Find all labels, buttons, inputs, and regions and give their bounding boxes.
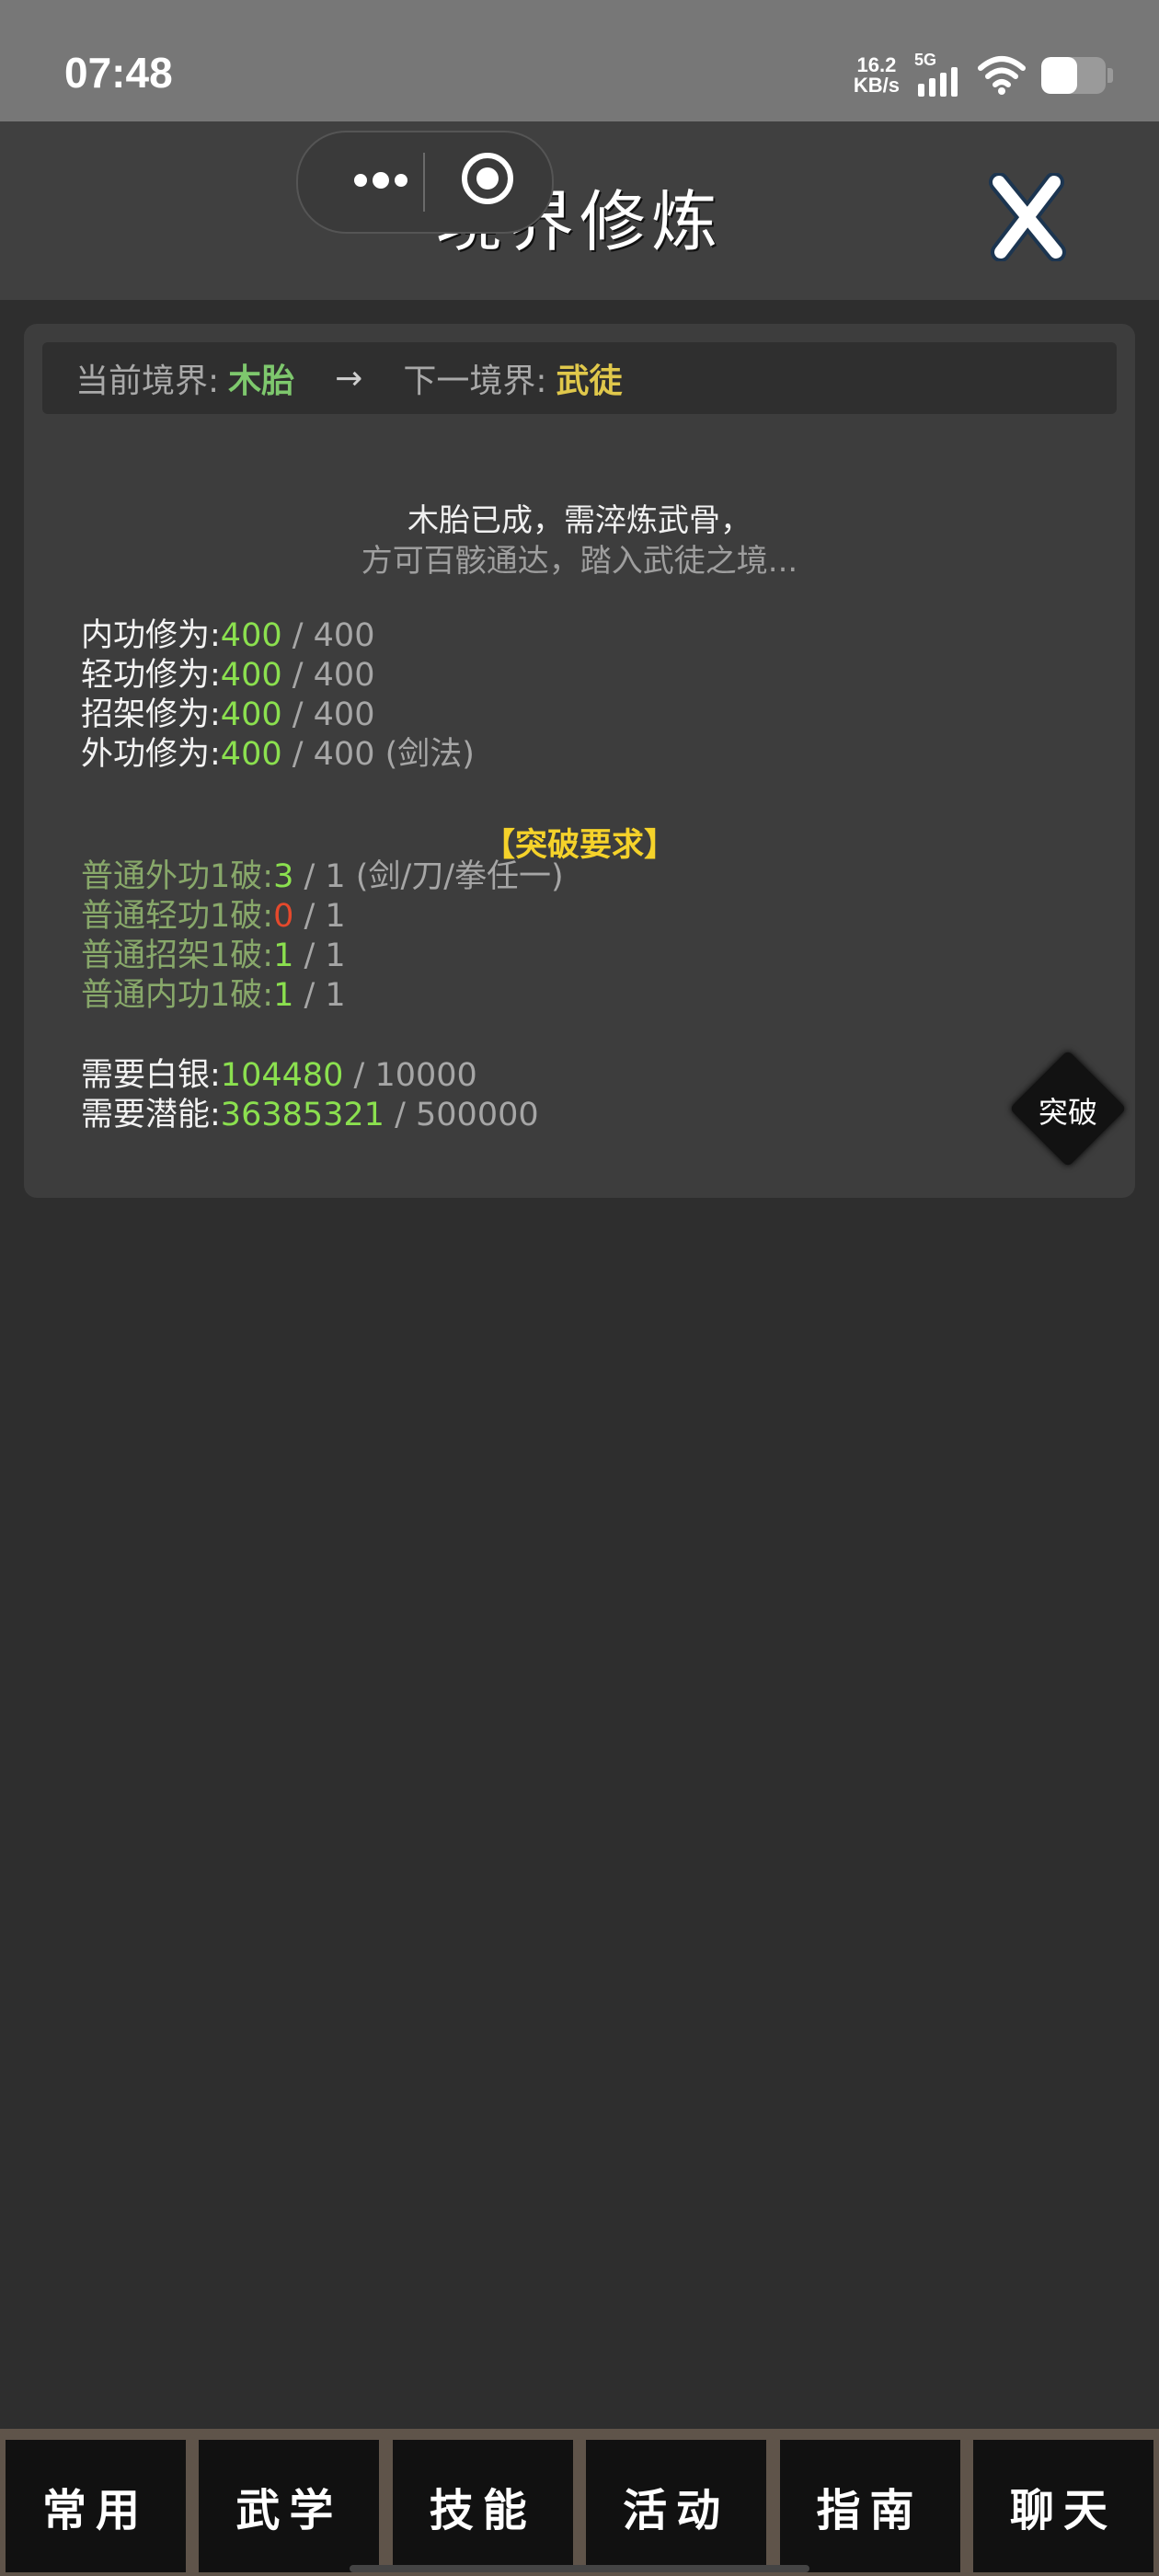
cost-label: 需要潜能: <box>81 1097 221 1133</box>
nav-item-events[interactable]: 活动 <box>586 2440 767 2572</box>
network-type-label: 5G <box>914 51 937 69</box>
page-title: 境界修炼 <box>435 183 723 260</box>
stat-value: 400 <box>220 657 282 694</box>
current-realm-label: 当前境界: <box>75 362 220 400</box>
stat-label: 内功修为: <box>81 617 221 654</box>
home-indicator <box>350 2565 809 2572</box>
stat-label: 招架修为: <box>81 696 221 733</box>
requirement-value: 3 <box>273 858 294 895</box>
requirement-value: 1 <box>273 977 294 1014</box>
stat-label: 轻功修为: <box>81 657 221 694</box>
cost-label: 需要白银: <box>81 1057 221 1094</box>
requirement-value: 0 <box>273 898 294 935</box>
header: 境界修炼 <box>0 121 1159 300</box>
battery-icon <box>1041 57 1106 94</box>
more-options-icon[interactable] <box>335 162 427 199</box>
requirement-max: / 1 <box>304 937 346 974</box>
stat-value: 400 <box>220 736 282 773</box>
bottom-nav: 常用 武学 技能 活动 指南 聊天 <box>0 2429 1159 2576</box>
next-realm-label: 下一境界: <box>403 362 547 400</box>
description-line-2: 方可百骸通达，踏入武徒之境... <box>361 543 798 580</box>
requirement-row: 普通招架1破:1 / 1 <box>81 937 564 976</box>
requirements-list: 普通外功1破:3 / 1 (剑/刀/拳任一) 普通轻功1破:0 / 1 普通招架… <box>81 857 564 1016</box>
requirement-max: / 1 <box>304 858 346 895</box>
requirement-max: / 1 <box>304 977 346 1014</box>
next-realm-value: 武徒 <box>556 362 623 400</box>
stat-max: / 400 <box>292 736 375 773</box>
status-indicators: 16.2 KB/s 5G <box>854 48 1113 103</box>
cost-list: 需要白银:104480 / 10000 需要潜能:36385321 / 5000… <box>81 1056 539 1135</box>
stat-row: 外功修为:400 / 400 (剑法) <box>81 735 475 775</box>
stat-note: (剑法) <box>374 736 475 773</box>
requirement-row: 普通轻功1破:0 / 1 <box>81 897 564 937</box>
requirement-row: 普通内功1破:1 / 1 <box>81 976 564 1016</box>
requirement-label: 普通内功1破: <box>81 977 274 1014</box>
nav-item-common[interactable]: 常用 <box>6 2440 186 2572</box>
realm-progress-bar: 当前境界: 木胎 → 下一境界: 武徒 <box>42 342 1117 414</box>
requirement-note: (剑/刀/拳任一) <box>345 858 564 895</box>
stat-row: 内功修为:400 / 400 <box>81 616 475 656</box>
realm-description: 木胎已成，需淬炼武骨， 方可百骸通达，踏入武徒之境... <box>24 500 1135 581</box>
requirement-value: 1 <box>273 937 294 974</box>
cost-row: 需要白银:104480 / 10000 <box>81 1056 539 1096</box>
cost-max: / 10000 <box>353 1057 477 1094</box>
network-speed-unit: KB/s <box>853 74 900 97</box>
current-realm-value: 木胎 <box>228 362 295 400</box>
capsule-divider <box>423 153 425 212</box>
exit-mini-program-icon[interactable] <box>462 153 513 204</box>
status-time: 07:48 <box>64 49 173 97</box>
status-bar: 07:48 16.2 KB/s 5G <box>0 0 1159 121</box>
stat-row: 招架修为:400 / 400 <box>81 696 475 735</box>
stat-max: / 400 <box>292 657 375 694</box>
cost-value: 36385321 <box>220 1097 384 1133</box>
stat-value: 400 <box>220 617 282 654</box>
battery-level <box>1041 57 1077 94</box>
nav-item-skills[interactable]: 技能 <box>392 2440 573 2572</box>
requirement-row: 普通外功1破:3 / 1 (剑/刀/拳任一) <box>81 857 564 897</box>
breakthrough-button[interactable]: 突破 <box>1008 1049 1128 1168</box>
requirement-max: / 1 <box>304 898 346 935</box>
close-icon[interactable] <box>986 173 1069 261</box>
stat-max: / 400 <box>292 617 375 654</box>
arrow-right-icon: → <box>335 359 363 397</box>
stat-max: / 400 <box>292 696 375 733</box>
cost-value: 104480 <box>220 1057 344 1094</box>
realm-panel: 当前境界: 木胎 → 下一境界: 武徒 木胎已成，需淬炼武骨， 方可百骸通达，踏… <box>24 324 1135 1198</box>
description-line-1: 木胎已成，需淬炼武骨， <box>407 502 752 539</box>
requirement-label: 普通招架1破: <box>81 937 274 974</box>
stat-label: 外功修为: <box>81 736 221 773</box>
mini-program-capsule <box>296 131 554 234</box>
nav-item-martial-arts[interactable]: 武学 <box>199 2440 380 2572</box>
cost-row: 需要潜能:36385321 / 500000 <box>81 1096 539 1135</box>
requirement-label: 普通外功1破: <box>81 858 274 895</box>
network-speed: 16.2 KB/s <box>854 55 900 96</box>
wifi-icon <box>978 56 1026 95</box>
cellular-signal-icon: 5G <box>914 51 962 97</box>
stat-row: 轻功修为:400 / 400 <box>81 656 475 696</box>
requirement-label: 普通轻功1破: <box>81 898 274 935</box>
cultivation-stats: 内功修为:400 / 400 轻功修为:400 / 400 招架修为:400 /… <box>81 616 475 775</box>
breakthrough-button-label: 突破 <box>1038 1095 1097 1130</box>
nav-item-guide[interactable]: 指南 <box>779 2440 960 2572</box>
network-speed-value: 16.2 <box>856 53 897 76</box>
nav-item-chat[interactable]: 聊天 <box>972 2440 1153 2572</box>
stat-value: 400 <box>220 696 282 733</box>
cost-max: / 500000 <box>395 1097 539 1133</box>
